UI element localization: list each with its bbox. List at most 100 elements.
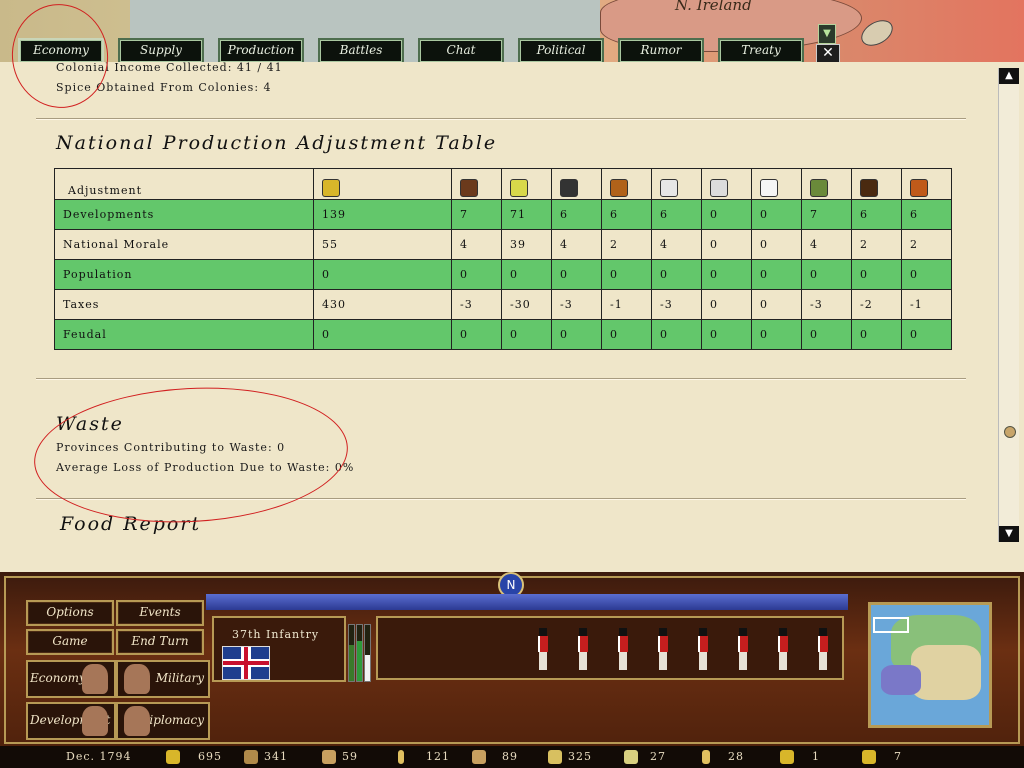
col-timber xyxy=(601,168,652,200)
resource-money: 695 xyxy=(166,746,222,768)
options-button[interactable]: Options xyxy=(26,600,114,626)
table-cell: -1 xyxy=(601,289,652,320)
scroll-thumb[interactable] xyxy=(1004,426,1016,438)
report-scrollbar[interactable]: ▲ ▼ xyxy=(998,68,1019,542)
table-cell: 0 xyxy=(701,289,752,320)
unit-name: 37th Infantry xyxy=(232,628,320,641)
cloth-icon xyxy=(780,750,794,764)
table-cell: -1 xyxy=(901,289,952,320)
table-header-row: Adjustment xyxy=(54,168,952,200)
resource-wool: 27 xyxy=(624,746,666,768)
adjustment-header: Adjustment xyxy=(54,168,314,200)
soldier-icon[interactable] xyxy=(578,628,588,672)
cloth-icon xyxy=(510,179,528,197)
resource-value: 89 xyxy=(502,750,518,763)
date-display: Dec. 1794 xyxy=(66,750,132,763)
col-cloth xyxy=(501,168,552,200)
tab-rumor[interactable]: Rumor xyxy=(618,38,704,64)
advisor-portrait xyxy=(124,706,150,736)
economy-label: Economy xyxy=(30,671,86,685)
soldier-icon[interactable] xyxy=(738,628,748,672)
soldier-icon[interactable] xyxy=(778,628,788,672)
table-cell: 7 xyxy=(801,199,852,230)
table-cell: -3 xyxy=(551,289,602,320)
resource-status-bar: Dec. 1794 695 341 59 121 89 325 27 28 1 … xyxy=(0,746,1024,768)
table-cell: 0 xyxy=(751,289,802,320)
end-turn-button[interactable]: End Turn xyxy=(116,629,204,655)
iron-icon xyxy=(548,750,562,764)
table-cell: 0 xyxy=(451,319,502,350)
game-button[interactable]: Game xyxy=(26,629,114,655)
supply-meter xyxy=(364,624,371,682)
horse-icon xyxy=(244,750,258,764)
map-region-label: N. Ireland xyxy=(675,0,752,14)
scroll-down-icon[interactable]: ▼ xyxy=(999,526,1019,542)
events-button[interactable]: Events xyxy=(116,600,204,626)
table-cell: 0 xyxy=(451,259,502,290)
unit-info-bar xyxy=(206,594,848,610)
wool-icon xyxy=(660,179,678,197)
table-cell: 430 xyxy=(313,289,452,320)
economy-advisor-button[interactable]: Economy xyxy=(26,660,116,698)
table-cell: 4 xyxy=(801,229,852,260)
col-money xyxy=(313,168,452,200)
table-cell: 0 xyxy=(751,199,802,230)
military-advisor-button[interactable]: Military xyxy=(116,660,210,698)
minimap-viewport[interactable] xyxy=(873,617,909,633)
tab-political[interactable]: Political xyxy=(518,38,604,64)
adjustment-table-title: National Production Adjustment Table xyxy=(56,132,498,154)
table-cell: 6 xyxy=(851,199,902,230)
soldier-icon[interactable] xyxy=(618,628,628,672)
porcelain-icon xyxy=(702,750,710,764)
row-label: Feudal xyxy=(54,319,314,350)
soldier-icon[interactable] xyxy=(658,628,668,672)
minimap[interactable] xyxy=(868,602,992,728)
col-clothing xyxy=(901,168,952,200)
diplomacy-advisor-button[interactable]: Diplomacy xyxy=(116,702,210,740)
row-label: National Morale xyxy=(54,229,314,260)
soldier-icon[interactable] xyxy=(538,628,548,672)
table-cell: -3 xyxy=(651,289,702,320)
scroll-up-icon[interactable]: ▲ xyxy=(999,68,1019,84)
table-cell: 0 xyxy=(501,319,552,350)
money-icon xyxy=(322,179,340,197)
tab-production[interactable]: Production xyxy=(218,38,304,64)
table-cell: 0 xyxy=(551,259,602,290)
british-flag-icon xyxy=(222,646,270,680)
col-horse xyxy=(451,168,502,200)
resource-value: 7 xyxy=(894,750,902,763)
resource-timber: 89 xyxy=(472,746,518,768)
soldier-icon[interactable] xyxy=(818,628,828,672)
tab-battles[interactable]: Battles xyxy=(318,38,404,64)
tab-treaty[interactable]: Treaty xyxy=(718,38,804,64)
section-divider xyxy=(36,378,966,380)
tools-icon xyxy=(860,179,878,197)
development-advisor-button[interactable]: Development xyxy=(26,702,116,740)
strength-meter xyxy=(348,624,355,682)
iron-icon xyxy=(560,179,578,197)
table-cell: 71 xyxy=(501,199,552,230)
wool-icon xyxy=(624,750,638,764)
table-cell: 0 xyxy=(701,259,752,290)
table-cell: 0 xyxy=(701,229,752,260)
table-cell: -2 xyxy=(851,289,902,320)
unit-status-meters xyxy=(348,624,371,682)
tab-chat[interactable]: Chat xyxy=(418,38,504,64)
unit-panel[interactable]: 37th Infantry xyxy=(212,616,346,682)
table-cell: 0 xyxy=(901,259,952,290)
clothing-icon xyxy=(910,179,928,197)
resource-value: 121 xyxy=(426,750,450,763)
soldier-icon[interactable] xyxy=(698,628,708,672)
tab-supply[interactable]: Supply xyxy=(118,38,204,64)
resource-porcelain: 28 xyxy=(702,746,744,768)
liquor-icon xyxy=(398,750,404,764)
table-cell: 6 xyxy=(901,199,952,230)
table-cell: 4 xyxy=(651,229,702,260)
porcelain-icon xyxy=(760,179,778,197)
resource-value: 695 xyxy=(198,750,222,763)
table-cell: 0 xyxy=(801,319,852,350)
unit-troops-display[interactable] xyxy=(376,616,844,680)
cotton-icon xyxy=(710,179,728,197)
table-row-population: Population 0 0 0 0 0 0 0 0 0 0 0 xyxy=(54,259,952,290)
table-cell: 0 xyxy=(501,259,552,290)
